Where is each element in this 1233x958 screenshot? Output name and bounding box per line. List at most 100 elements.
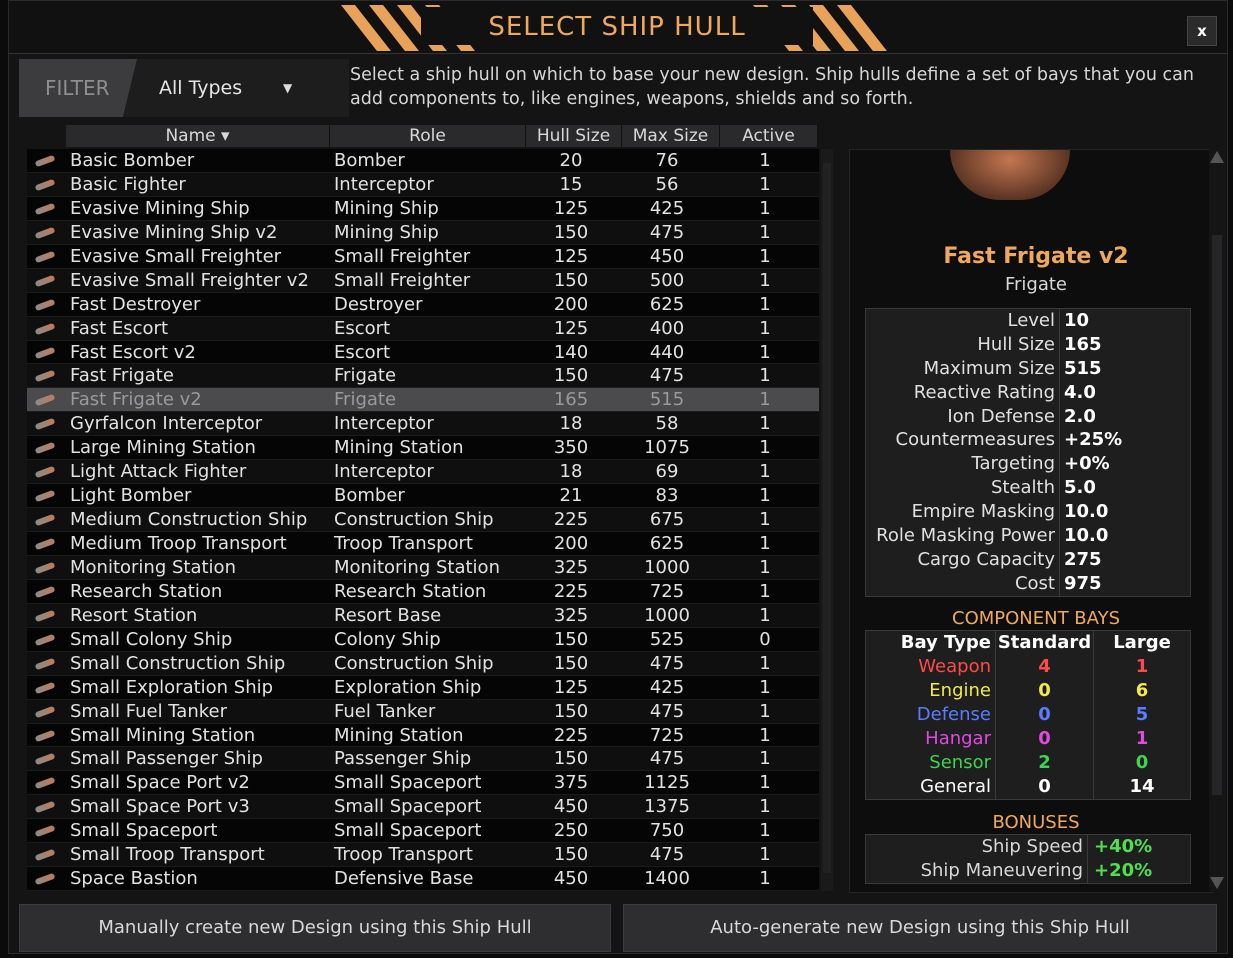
bay-large-count: 14 — [1094, 775, 1190, 799]
stat-value: 5.0 — [1060, 476, 1190, 501]
ship-icon — [34, 293, 59, 317]
close-button[interactable]: x — [1187, 16, 1217, 46]
hull-row[interactable]: Small Troop Transport Troop Transport 150 4… — [27, 843, 819, 868]
hull-row[interactable]: Basic Bomber Bomber 20 76 1 — [27, 149, 819, 173]
bay-standard-count: 4 — [996, 655, 1094, 679]
column-active[interactable]: Active — [720, 125, 818, 147]
column-role[interactable]: Role — [330, 125, 526, 147]
hull-role: Construction Ship — [334, 652, 494, 674]
hull-row[interactable]: Small Construction Ship Construction Ship… — [27, 651, 819, 676]
scroll-up-icon[interactable] — [1210, 151, 1224, 163]
hull-row[interactable]: Small Exploration Ship Exploration Ship 12… — [27, 675, 819, 700]
hull-row[interactable]: Large Mining Station Mining Station 350 107… — [27, 436, 819, 461]
auto-generate-design-button[interactable]: Auto-generate new Design using this Ship… — [623, 904, 1217, 952]
ship-icon — [34, 771, 59, 795]
ship-icon — [34, 364, 59, 388]
detail-scrollbar[interactable] — [1209, 149, 1225, 891]
ship-image — [950, 150, 1070, 200]
active-count: 1 — [759, 485, 771, 507]
max-size: 1375 — [644, 796, 690, 818]
hull-size: 21 — [559, 485, 583, 507]
hull-row[interactable]: Resort Station Resort Base 325 1000 1 — [27, 603, 819, 628]
hull-size: 250 — [553, 820, 589, 842]
manual-create-design-button[interactable]: Manually create new Design using this Sh… — [19, 904, 611, 952]
stat-label: Role Masking Power — [866, 524, 1060, 548]
stat-row: Role Masking Power 10.0 — [866, 524, 1190, 548]
column-name[interactable]: Name ▾ — [66, 125, 330, 147]
hull-row[interactable]: Small Space Port v3 Small Spaceport 450 137… — [27, 795, 819, 820]
hull-size: 350 — [553, 437, 589, 459]
scroll-down-icon[interactable] — [1210, 877, 1224, 889]
stat-value: 10 — [1060, 309, 1190, 333]
hull-row[interactable]: Small Spaceport Small Spaceport 250 750 1 — [27, 819, 819, 844]
max-size: 475 — [649, 748, 685, 770]
stat-row: Reactive Rating 4.0 — [866, 380, 1190, 405]
hull-row[interactable]: Small Space Port v2 Small Spaceport 375 112… — [27, 771, 819, 796]
max-size: 1000 — [644, 556, 690, 578]
max-size: 475 — [649, 700, 685, 722]
hull-row[interactable]: Monitoring Station Monitoring Station 325 1… — [27, 555, 819, 580]
hull-name: Evasive Mining Ship — [70, 197, 250, 219]
hull-name: Fast Escort — [70, 317, 169, 339]
hull-row[interactable]: Fast Escort Escort 125 400 1 — [27, 316, 819, 341]
hull-role: Escort — [334, 317, 391, 339]
description: Select a ship hull on which to base your… — [350, 65, 1194, 109]
stat-label: Hull Size — [866, 332, 1060, 357]
hull-row[interactable]: Evasive Mining Ship v2 Mining Ship 150 475 1 — [27, 220, 819, 245]
ship-icon — [34, 269, 59, 293]
hull-row[interactable]: Medium Construction Ship Construction Shi… — [27, 508, 819, 532]
column-hull-size[interactable]: Hull Size — [526, 125, 622, 147]
hull-role: Small Spaceport — [334, 772, 482, 794]
max-size: 58 — [655, 413, 679, 435]
hull-row[interactable]: Gyrfalcon Interceptor Interceptor 18 58 1 — [27, 412, 819, 437]
chevron-down-icon: ▼ — [283, 81, 293, 95]
hull-row[interactable]: Small Mining Station Mining Station 225 725… — [27, 723, 819, 748]
hull-row[interactable]: Evasive Small Freighter v2 Small Freighte… — [27, 268, 819, 293]
ship-icon — [34, 221, 59, 245]
bonus-value: +20% — [1088, 859, 1190, 883]
hull-row[interactable]: Space Bastion Defensive Base 450 1400 1 — [27, 867, 819, 892]
stat-value: 165 — [1060, 332, 1190, 357]
stat-value: 2.0 — [1060, 404, 1190, 429]
hull-row[interactable]: Fast Frigate Frigate 150 475 1 — [27, 364, 819, 389]
bay-large-count: 1 — [1094, 655, 1190, 679]
max-size: 725 — [649, 580, 685, 602]
active-count: 1 — [759, 580, 771, 602]
hull-size: 125 — [553, 317, 589, 339]
filter-dropdown[interactable]: All Types ▼ — [159, 59, 329, 117]
stat-row: Hull Size 165 — [866, 332, 1190, 357]
stat-label: Level — [866, 309, 1060, 333]
hull-row[interactable]: Fast Escort v2 Escort 140 440 1 — [27, 340, 819, 365]
hull-row[interactable]: Small Passenger Ship Passenger Ship 150 475… — [27, 747, 819, 772]
hull-role: Small Freighter — [334, 269, 471, 291]
hull-size: 150 — [553, 748, 589, 770]
stat-row: Ion Defense 2.0 — [866, 404, 1190, 429]
hull-row[interactable]: Evasive Mining Ship Mining Ship 125 425 1 — [27, 196, 819, 221]
hull-size: 18 — [559, 461, 583, 483]
active-count: 1 — [759, 748, 771, 770]
hull-row[interactable]: Evasive Small Freighter Small Freighter 12… — [27, 244, 819, 269]
hull-row[interactable]: Fast Destroyer Destroyer 200 625 1 — [27, 292, 819, 317]
hull-name: Medium Construction Ship — [70, 509, 308, 531]
hull-row[interactable]: Research Station Research Station 225 725 1 — [27, 579, 819, 604]
active-count: 1 — [759, 341, 771, 363]
max-size: 69 — [655, 461, 679, 483]
max-size: 1125 — [644, 772, 690, 794]
stat-value: 4.0 — [1060, 380, 1190, 405]
list-scrollbar[interactable] — [821, 149, 833, 891]
hull-row[interactable]: Light Attack Fighter Interceptor 18 69 1 — [27, 460, 819, 485]
hull-row[interactable]: Medium Troop Transport Troop Transport 200… — [27, 532, 819, 556]
hull-row[interactable]: Small Fuel Tanker Fuel Tanker 150 475 1 — [27, 699, 819, 724]
hull-role: Colony Ship — [334, 628, 441, 650]
hull-row[interactable]: Fast Frigate v2 Frigate 165 515 1 — [27, 388, 819, 413]
hull-row[interactable]: Light Bomber Bomber 21 83 1 — [27, 484, 819, 509]
hull-row[interactable]: Basic Fighter Interceptor 15 56 1 — [27, 172, 819, 197]
scroll-thumb[interactable] — [1212, 235, 1222, 795]
stat-row: Countermeasures +25% — [866, 428, 1190, 453]
hull-row[interactable]: Small Colony Ship Colony Ship 150 525 0 — [27, 627, 819, 652]
ship-icon — [34, 795, 59, 819]
active-count: 1 — [759, 724, 771, 746]
column-name-label: Name — [165, 126, 216, 146]
column-max-size[interactable]: Max Size — [622, 125, 720, 147]
hull-role: Mining Ship — [334, 221, 439, 243]
